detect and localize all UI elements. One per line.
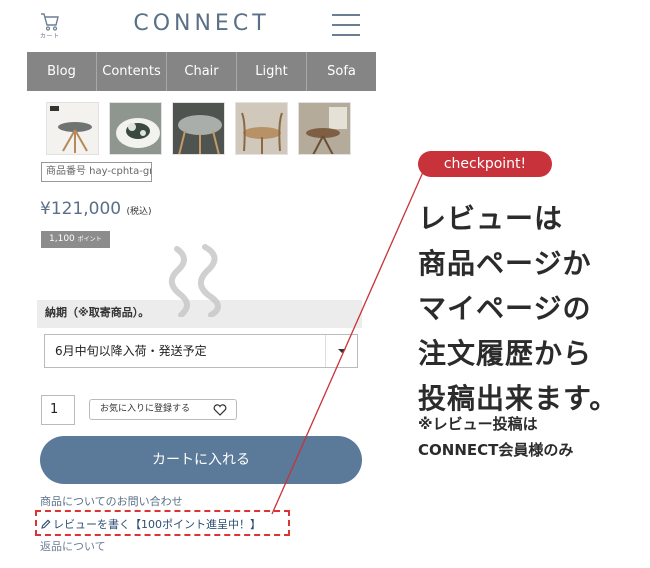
table-image [299,103,350,154]
product-thumbnail[interactable] [109,102,162,155]
note-line: CONNECT会員様のみ [418,441,574,459]
product-price: ¥121,000 (税込) [40,199,152,219]
table-image [50,106,92,153]
headline-line: 商品ページか [418,247,592,280]
pencil-icon [41,519,51,529]
delivery-select-value: 6月中旬以降入荷・発送予定 [55,344,207,358]
delivery-select[interactable]: 6月中旬以降入荷・発送予定 [44,334,358,368]
product-thumbnail[interactable] [298,102,351,155]
chevron-down-icon [325,335,357,367]
returns-link[interactable]: 返品について [40,538,106,554]
price-value: ¥121,000 [40,199,122,219]
points-badge: 1,100 ポイント [41,231,110,248]
favorite-label: お気に入りに登録する [100,404,191,414]
menu-bar-icon [332,14,360,16]
product-sku: 商品番号 hay-cphta-gr [41,162,152,182]
headline-line: 注文履歴から [418,337,593,370]
product-inquiry-link[interactable]: 商品についてのお問い合わせ [40,493,183,509]
members-only-note: ※レビュー投稿は CONNECT会員様のみ [418,411,648,463]
add-to-favorites-button[interactable]: お気に入りに登録する [89,399,237,420]
product-thumbnail[interactable] [46,102,99,155]
site-header: カート CONNECT [27,0,376,52]
site-logo[interactable]: CONNECT [27,11,376,36]
product-thumbnails [46,102,356,155]
nav-item-chair[interactable]: Chair [167,52,237,91]
product-thumbnail[interactable] [235,102,288,155]
category-nav: Blog Contents Chair Light Sofa [27,52,376,91]
product-thumbnail[interactable] [172,102,225,155]
headline-line: レビューは [418,202,564,235]
headline-line: マイページの [418,292,592,325]
points-value: 1,100 [49,234,75,244]
note-line: ※レビュー投稿は [418,415,538,433]
hamburger-menu-button[interactable] [332,14,360,36]
review-instruction-headline: レビューは 商品ページか マイページの 注文履歴から 投稿出来ます。 [418,196,648,421]
checkpoint-badge: checkpoint! [418,151,552,177]
nav-item-contents[interactable]: Contents [97,52,167,91]
heart-icon [213,404,227,416]
write-review-label: レビューを書く【100ポイント進呈中！】 [53,518,261,531]
table-image [110,103,161,154]
table-image [236,103,287,154]
write-review-link[interactable]: レビューを書く【100ポイント進呈中！】 [41,516,261,532]
points-unit: ポイント [77,236,102,243]
quantity-input[interactable]: 1 [41,395,75,425]
loading-spinner-icon [168,244,221,317]
table-image [173,103,224,154]
add-to-cart-button[interactable]: カートに入れる [40,436,362,484]
menu-bar-icon [332,24,360,26]
nav-item-sofa[interactable]: Sofa [307,52,376,91]
mobile-page: カート CONNECT Blog Contents Chair Light So… [27,0,376,568]
tax-note: (税込) [126,207,152,217]
nav-item-light[interactable]: Light [237,52,307,91]
menu-bar-icon [332,34,360,36]
nav-item-blog[interactable]: Blog [27,52,97,91]
